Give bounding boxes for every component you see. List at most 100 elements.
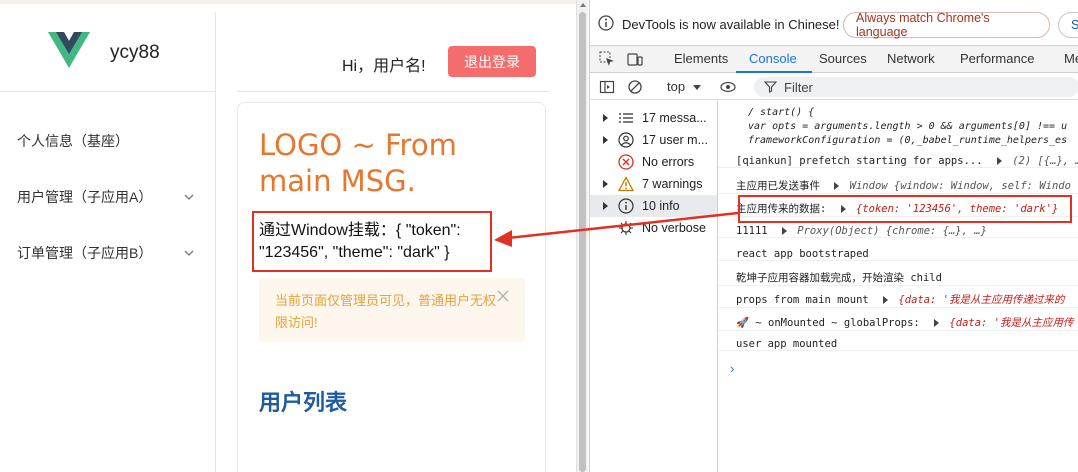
expand-arrow-icon[interactable] <box>603 136 608 144</box>
log-text: 11111 <box>736 225 768 237</box>
sidebar-item-label: No errors <box>642 155 695 169</box>
clear-console-icon[interactable] <box>627 79 643 95</box>
log-line[interactable]: 🚀 ~ onMounted ~ globalProps: {data: '我是从… <box>718 315 1078 331</box>
eye-icon[interactable] <box>720 79 736 95</box>
active-tab-indicator <box>736 71 812 73</box>
warning-icon <box>618 176 634 192</box>
top-border <box>0 0 576 4</box>
expand-arrow-icon[interactable] <box>883 296 889 304</box>
filter-input[interactable] <box>784 78 1064 96</box>
switch-language-button[interactable]: S <box>1058 12 1078 38</box>
expand-arrow-icon[interactable] <box>834 182 840 190</box>
sidebar-item-label: 10 info <box>642 199 680 213</box>
log-text: props from main mount <box>736 294 869 306</box>
menu-item-personal-info[interactable]: 个人信息（基座） <box>0 113 215 169</box>
log-detail: {data: '我是从主应用传 <box>949 317 1074 329</box>
log-text: 主应用已发送事件 <box>736 180 820 192</box>
device-toolbar-icon[interactable] <box>627 51 643 67</box>
sidebar-item-label: No verbose <box>642 221 706 235</box>
tab-console[interactable]: Console <box>749 51 797 66</box>
always-match-language-button[interactable]: Always match Chrome's language <box>843 11 1050 39</box>
greeting-text: Hi，用户名! <box>342 58 426 75</box>
code-line: / start() { <box>748 107 815 118</box>
filter-icon <box>764 81 777 93</box>
sidebar-item-errors[interactable]: No errors <box>590 151 717 173</box>
app-header: Hi，用户名! 退出登录 <box>216 12 576 92</box>
expand-arrow-icon[interactable] <box>934 319 940 327</box>
info-icon <box>618 198 634 214</box>
expand-arrow-icon[interactable] <box>603 114 608 122</box>
logout-button[interactable]: 退出登录 <box>448 46 536 77</box>
menu-item-label: 订单管理（子应用B） <box>17 245 153 261</box>
log-line[interactable]: [qiankun] prefetch starting for apps... … <box>718 155 1078 168</box>
logo-message: LOGO ~ From main MSG. <box>259 128 457 198</box>
language-notice-bar: DevTools is now available in Chinese! Al… <box>590 0 1078 46</box>
log-line[interactable]: props from main mount {data: '我是从主应用传递过来… <box>718 292 1078 308</box>
expand-arrow-icon[interactable] <box>781 227 787 235</box>
log-text: [qiankun] prefetch starting for apps... <box>736 155 983 167</box>
list-icon <box>619 113 633 123</box>
tab-sources[interactable]: Sources <box>819 51 867 66</box>
chevron-down-icon <box>184 250 194 256</box>
close-icon[interactable] <box>497 290 509 302</box>
menu-item-user-management[interactable]: 用户管理（子应用A） <box>0 169 215 225</box>
code-line: frameworkConfiguration = (0,_babel_runti… <box>748 135 1068 146</box>
devtools-panel: DevTools is now available in Chinese! Al… <box>589 0 1078 472</box>
log-line[interactable]: 11111 Proxy(Object) {chrome: {…}, …} <box>718 225 1078 238</box>
log-line[interactable]: 乾坤子应用容器加载完成，开始渲染 child <box>718 270 1078 286</box>
expand-arrow-icon[interactable] <box>603 180 608 188</box>
context-selector[interactable]: top <box>667 79 685 94</box>
log-line[interactable]: react app bootstraped <box>718 248 1078 261</box>
chevron-down-icon <box>184 194 194 200</box>
page-scrollbar[interactable] <box>576 0 588 472</box>
menu-item-label: 个人信息（基座） <box>17 133 129 149</box>
log-detail: {data: '我是从主应用传递过来的 <box>898 294 1065 306</box>
notice-text: DevTools is now available in Chinese! <box>622 17 840 32</box>
log-text: 🚀 ~ onMounted ~ globalProps: <box>736 317 920 329</box>
error-icon <box>618 154 634 170</box>
sidebar-item-label: 17 messa... <box>642 111 707 125</box>
sidebar-item-warnings[interactable]: 7 warnings <box>590 173 717 195</box>
tab-network[interactable]: Network <box>887 51 935 66</box>
sidebar-item-user-messages[interactable]: 17 user m... <box>590 129 717 151</box>
log-detail: (2) [{…}, … <box>1012 155 1078 167</box>
tab-performance[interactable]: Performance <box>960 51 1034 66</box>
scrollbar-thumb[interactable] <box>579 12 586 472</box>
context-dropdown-icon[interactable] <box>693 85 701 90</box>
sidebar-item-label: 7 warnings <box>642 177 703 191</box>
brand-name: ycy88 <box>110 42 160 63</box>
content-card: LOGO ~ From main MSG. 通过Window挂载：{ "toke… <box>237 102 546 472</box>
code-line: var opts = arguments.length > 0 && argum… <box>748 121 1068 132</box>
expand-arrow-icon[interactable] <box>996 157 1002 165</box>
log-line[interactable]: 主应用已发送事件 Window {window: Window, self: W… <box>718 178 1078 194</box>
micro-frontend-app: ycy88 个人信息（基座） 用户管理（子应用A） 订单管理（子应用B） Hi，… <box>0 0 576 472</box>
console-toolbar: top <box>590 74 1078 100</box>
scroll-up-arrow-icon[interactable] <box>580 3 586 7</box>
sidebar-item-info[interactable]: 10 info <box>590 195 717 217</box>
log-text: react app bootstraped <box>736 248 869 260</box>
sidebar-item-label: 17 user m... <box>642 133 708 147</box>
sidebar-item-verbose[interactable]: No verbose <box>590 217 717 239</box>
console-prompt[interactable]: › <box>730 361 734 376</box>
log-detail: Proxy(Object) {chrome: {…}, …} <box>797 225 987 237</box>
tab-elements[interactable]: Elements <box>674 51 728 66</box>
console-filter <box>754 77 1078 97</box>
permission-alert: 当前页面仅管理员可见，普通用户无权限访问! <box>259 278 525 342</box>
vue-logo-icon <box>48 32 90 68</box>
menu-item-label: 用户管理（子应用A） <box>17 189 153 205</box>
highlight-box-window-message <box>252 211 492 272</box>
brand-header: ycy88 <box>0 12 215 92</box>
log-line[interactable]: user app mounted <box>718 338 1078 351</box>
sidebar-item-messages[interactable]: 17 messa... <box>590 107 717 129</box>
inspect-element-icon[interactable] <box>599 51 615 67</box>
expand-arrow-icon[interactable] <box>603 202 608 210</box>
sidebar-toggle-icon[interactable] <box>599 79 615 95</box>
log-detail: Window {window: Window, self: Windo <box>849 180 1071 192</box>
alert-text: 当前页面仅管理员可见，普通用户无权限访问! <box>275 293 497 330</box>
console-output: / start() { var opts = arguments.length … <box>718 101 1078 472</box>
highlight-box-received-data <box>738 195 1072 223</box>
tab-memory[interactable]: Men <box>1064 51 1078 66</box>
user-icon <box>618 132 634 148</box>
menu-item-order-management[interactable]: 订单管理（子应用B） <box>0 225 215 281</box>
log-text: 乾坤子应用容器加载完成，开始渲染 child <box>736 272 942 284</box>
